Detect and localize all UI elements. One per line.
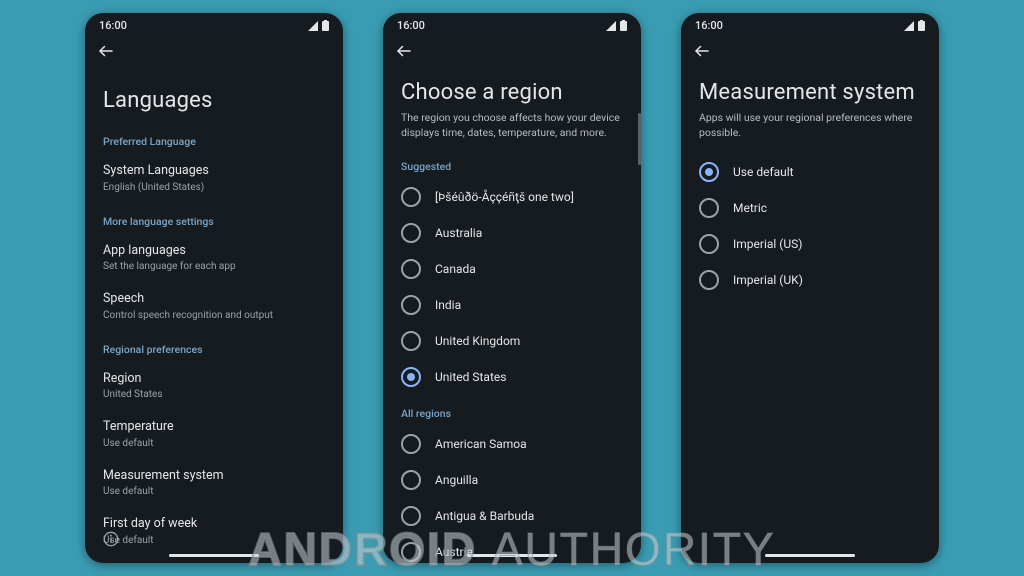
radio-icon (401, 434, 421, 454)
setting-sub: English (United States) (103, 181, 325, 195)
setting-app-languages[interactable]: App languages Set the language for each … (85, 234, 343, 283)
back-arrow-icon[interactable] (693, 42, 711, 60)
radio-label: Austria (435, 545, 473, 559)
setting-sub: United States (103, 388, 325, 402)
setting-temperature[interactable]: Temperature Use default (85, 410, 343, 459)
nav-home-indicator[interactable] (765, 554, 855, 557)
setting-region[interactable]: Region United States (85, 362, 343, 411)
setting-measurement[interactable]: Measurement system Use default (85, 459, 343, 508)
page-title: Languages (85, 64, 343, 123)
status-icons (904, 20, 925, 31)
setting-title: App languages (103, 242, 325, 260)
setting-title: Region (103, 370, 325, 388)
radio-label: United States (435, 370, 506, 384)
radio-icon (401, 470, 421, 490)
measurement-option-imperial-uk[interactable]: Imperial (UK) (681, 262, 939, 298)
radio-label: Imperial (UK) (733, 273, 803, 287)
setting-sub: Use default (103, 437, 325, 451)
region-option-canada[interactable]: Canada (383, 251, 641, 287)
radio-label: Metric (733, 201, 767, 215)
section-header-all: All regions (383, 395, 641, 426)
section-header-regional: Regional preferences (85, 331, 343, 362)
back-arrow-icon[interactable] (395, 42, 413, 60)
battery-icon (620, 20, 627, 31)
radio-label: Canada (435, 262, 476, 276)
battery-icon (918, 20, 925, 31)
radio-icon-selected (401, 367, 421, 387)
radio-icon (401, 542, 421, 562)
setting-title: Measurement system (103, 467, 325, 485)
radio-icon (401, 506, 421, 526)
radio-icon (401, 187, 421, 207)
setting-title: System Languages (103, 162, 325, 180)
info-icon[interactable] (103, 531, 119, 547)
setting-title: First day of week (103, 515, 325, 533)
status-time: 16:00 (99, 19, 127, 32)
region-option-us[interactable]: United States (383, 359, 641, 395)
setting-sub: Use default (103, 485, 325, 499)
radio-label: American Samoa (435, 437, 527, 451)
radio-icon (401, 223, 421, 243)
signal-icon (904, 21, 914, 31)
radio-icon (699, 234, 719, 254)
back-arrow-icon[interactable] (97, 42, 115, 60)
scroll-indicator[interactable] (638, 113, 641, 165)
setting-title: Speech (103, 290, 325, 308)
region-option-india[interactable]: India (383, 287, 641, 323)
phone-screen-measurement: 16:00 Measurement system Apps will use y… (681, 13, 939, 563)
radio-icon (699, 270, 719, 290)
radio-label: India (435, 298, 461, 312)
setting-sub: Use default (103, 534, 325, 548)
status-icons (308, 20, 329, 31)
nav-home-indicator[interactable] (467, 554, 557, 557)
region-option-antigua[interactable]: Antigua & Barbuda (383, 498, 641, 534)
signal-icon (606, 21, 616, 31)
signal-icon (308, 21, 318, 31)
radio-label: Imperial (US) (733, 237, 803, 251)
region-option-uk[interactable]: United Kingdom (383, 323, 641, 359)
region-option-pseudo[interactable]: [Þšéûðö-Åççéñţš one two] (383, 179, 641, 215)
measurement-option-default[interactable]: Use default (681, 154, 939, 190)
setting-system-languages[interactable]: System Languages English (United States) (85, 154, 343, 203)
page-subtitle: The region you choose affects how your d… (383, 111, 641, 148)
setting-speech[interactable]: Speech Control speech recognition and ou… (85, 282, 343, 331)
battery-icon (322, 20, 329, 31)
phone-screen-languages: 16:00 Languages Preferred Language Syste… (85, 13, 343, 563)
radio-icon (699, 198, 719, 218)
status-time: 16:00 (397, 19, 425, 32)
page-title: Measurement system (681, 64, 939, 111)
setting-first-day[interactable]: First day of week Use default (85, 507, 343, 556)
radio-icon-selected (699, 162, 719, 182)
measurement-option-metric[interactable]: Metric (681, 190, 939, 226)
region-option-australia[interactable]: Australia (383, 215, 641, 251)
radio-label: Use default (733, 165, 794, 179)
radio-label: [Þšéûðö-Åççéñţš one two] (435, 190, 574, 204)
page-subtitle: Apps will use your regional preferences … (681, 111, 939, 148)
region-option-anguilla[interactable]: Anguilla (383, 462, 641, 498)
status-time: 16:00 (695, 19, 723, 32)
radio-icon (401, 331, 421, 351)
radio-label: Antigua & Barbuda (435, 509, 534, 523)
radio-icon (401, 259, 421, 279)
setting-sub: Set the language for each app (103, 260, 325, 274)
status-bar: 16:00 (85, 13, 343, 34)
nav-home-indicator[interactable] (169, 554, 259, 557)
status-icons (606, 20, 627, 31)
status-bar: 16:00 (681, 13, 939, 34)
radio-label: Anguilla (435, 473, 478, 487)
region-option-austria[interactable]: Austria (383, 534, 641, 563)
page-title: Choose a region (383, 64, 641, 111)
radio-icon (401, 295, 421, 315)
region-option-american-samoa[interactable]: American Samoa (383, 426, 641, 462)
setting-title: Temperature (103, 418, 325, 436)
measurement-option-imperial-us[interactable]: Imperial (US) (681, 226, 939, 262)
radio-label: United Kingdom (435, 334, 520, 348)
section-header-more: More language settings (85, 203, 343, 234)
status-bar: 16:00 (383, 13, 641, 34)
radio-label: Australia (435, 226, 482, 240)
setting-sub: Control speech recognition and output (103, 309, 325, 323)
section-header-preferred: Preferred Language (85, 123, 343, 154)
section-header-suggested: Suggested (383, 148, 641, 179)
phone-screen-region: 16:00 Choose a region The region you cho… (383, 13, 641, 563)
